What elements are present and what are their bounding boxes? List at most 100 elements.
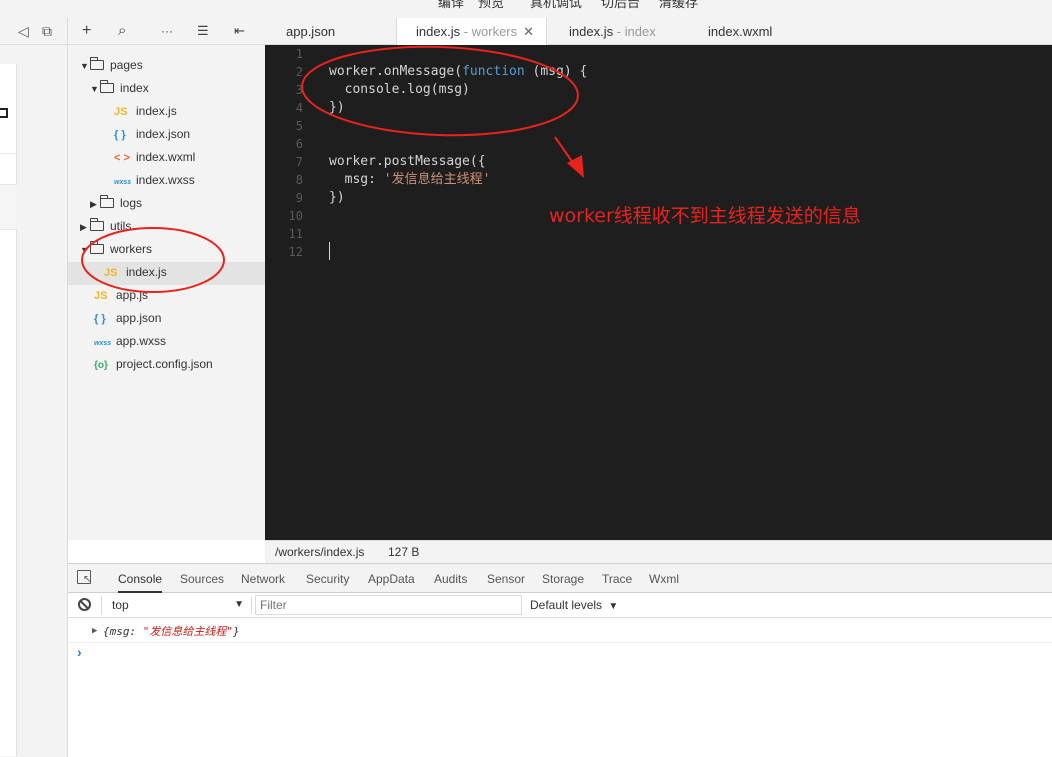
code-token: worker.onMessage(	[329, 64, 463, 79]
background-button[interactable]: 切后台	[601, 0, 640, 11]
inspect-element-icon[interactable]: ↖	[77, 570, 91, 585]
tab-index-wxml[interactable]: index.wxml	[708, 18, 772, 45]
hide-tree-icon[interactable]: ⇤	[234, 22, 245, 40]
tree-file-index-wxss[interactable]: wxss index.wxss	[114, 169, 195, 192]
context-value: top	[112, 598, 129, 612]
devtools-tabs: ↖ Console Sources Network Security AppDa…	[68, 563, 1052, 593]
tree-file-workers-index-js[interactable]: JS index.js	[104, 261, 167, 284]
preview-button[interactable]: 预览	[478, 0, 504, 11]
code-line-9: })	[329, 190, 345, 205]
folder-open-icon	[90, 241, 104, 254]
code-line-2: worker.onMessage(function (msg) {	[329, 63, 587, 81]
config-file-icon: {o}	[94, 360, 108, 371]
code-string: '发信息给主线程'	[383, 172, 491, 187]
code-editor[interactable]: 1 2 3 4 5 6 7 8 9 10 11 12 worker.onMess…	[265, 45, 1052, 540]
log-key: {msg:	[103, 625, 143, 638]
dropdown-arrow-icon: ▼	[234, 599, 244, 610]
tab-appdata[interactable]: AppData	[368, 564, 415, 593]
line-number: 4	[295, 101, 303, 115]
dropdown-arrow-icon: ▼	[608, 601, 619, 612]
tree-item-label: logs	[120, 196, 143, 210]
tree-file-app-json[interactable]: { } app.json	[94, 307, 161, 330]
tree-item-label: index.wxml	[136, 150, 196, 164]
tab-sources[interactable]: Sources	[180, 564, 224, 593]
log-object: {msg: "发信息给主线程"}	[103, 620, 240, 643]
wxml-file-icon: < >	[114, 152, 130, 164]
code-token: msg:	[329, 172, 384, 187]
tree-file-app-js[interactable]: JS app.js	[94, 284, 148, 307]
file-tree-panel: + ⌕ ··· ☰ ⇤ ▼ pages ▼ index JS index.js { }…	[68, 18, 265, 540]
code-keyword: function	[462, 64, 525, 79]
context-select[interactable]: top ▼	[108, 595, 244, 615]
tree-file-index-wxml[interactable]: < > index.wxml	[114, 146, 195, 169]
tree-item-label: index.json	[136, 127, 191, 141]
remote-debug-button[interactable]: 真机调试	[530, 0, 582, 11]
tab-security[interactable]: Security	[306, 564, 349, 593]
tab-network[interactable]: Network	[241, 564, 285, 593]
popout-icon[interactable]: ⧉	[42, 23, 52, 39]
line-number: 12	[288, 245, 303, 259]
collapse-arrow-icon: ▶	[90, 199, 97, 209]
tab-audits[interactable]: Audits	[434, 564, 467, 593]
add-icon[interactable]: +	[82, 22, 91, 40]
tab-console[interactable]: Console	[118, 564, 163, 593]
tree-item-label: index.wxss	[136, 173, 195, 187]
tab-label: app.json	[286, 24, 336, 39]
expand-arrow-icon[interactable]: ▶	[92, 620, 97, 643]
log-value: "发信息给主线程"	[142, 625, 233, 638]
divider	[101, 596, 102, 614]
console-filter-input[interactable]	[255, 595, 522, 615]
console-prompt-icon[interactable]: ›	[77, 644, 82, 660]
tab-workers-index-js[interactable]: index.js - workers ✕	[396, 18, 548, 46]
tab-storage[interactable]: Storage	[542, 564, 584, 593]
tree-item-label: app.js	[116, 288, 149, 302]
line-number: 10	[288, 209, 303, 223]
tree-item-label: utils	[110, 219, 132, 233]
tree-file-index-json[interactable]: { } index.json	[114, 123, 190, 146]
console-output[interactable]: ▶ {msg: "发信息给主线程"} ›	[68, 618, 1052, 757]
tree-folder-logs[interactable]: ▶ logs	[90, 192, 142, 215]
top-toolbar: 编译 预览 真机调试 切后台 清缓存	[0, 0, 1052, 18]
tree-file-pages-index-js[interactable]: JS index.js	[114, 100, 177, 123]
tree-folder-workers[interactable]: ▼ workers	[80, 238, 152, 261]
tab-sublabel: - workers	[460, 24, 518, 39]
tab-wxml[interactable]: Wxml	[649, 564, 679, 593]
volume-icon[interactable]: ◁	[18, 23, 29, 39]
tab-index-index-js[interactable]: index.js - index	[569, 18, 656, 45]
clear-cache-button[interactable]: 清缓存	[659, 0, 698, 11]
code-line-8: msg: '发信息给主线程'	[329, 171, 491, 189]
tab-sublabel: - index	[613, 24, 656, 39]
close-icon[interactable]: ✕	[523, 24, 534, 39]
tab-app-json[interactable]: app.json	[286, 18, 335, 45]
expand-arrow-icon: ▼	[80, 61, 89, 71]
tab-trace[interactable]: Trace	[602, 564, 632, 593]
wxss-file-icon: wxss	[94, 340, 112, 347]
log-levels-select[interactable]: Default levels ▼	[530, 595, 618, 615]
expand-arrow-icon: ▼	[90, 84, 99, 94]
line-number: 8	[295, 173, 303, 187]
code-line-7: worker.postMessage({	[329, 154, 486, 169]
tab-label: index.js	[569, 24, 614, 39]
line-number: 7	[295, 155, 303, 169]
tree-item-label: project.config.json	[116, 357, 213, 371]
line-number: 2	[295, 65, 303, 79]
simulator-panel: ◁ ⧉	[0, 18, 68, 757]
tab-sensor[interactable]: Sensor	[487, 564, 525, 593]
console-log-entry[interactable]: ▶ {msg: "发信息给主线程"}	[68, 620, 1052, 643]
editor-tabs: app.json index.js - workers ✕ index.js - …	[265, 18, 1052, 46]
line-number: 5	[295, 119, 303, 133]
compile-button[interactable]: 编译	[438, 0, 464, 11]
file-path: /workers/index.js	[275, 545, 365, 559]
folder-open-icon	[100, 80, 114, 93]
tree-item-label: pages	[110, 58, 143, 72]
collapse-icon[interactable]: ☰	[197, 22, 209, 40]
tree-folder-pages[interactable]: ▼ pages	[80, 54, 143, 77]
tree-folder-utils[interactable]: ▶ utils	[80, 215, 131, 238]
search-icon[interactable]: ⌕	[118, 22, 126, 40]
tree-folder-index[interactable]: ▼ index	[90, 77, 149, 100]
more-icon[interactable]: ···	[161, 22, 173, 40]
clear-console-icon[interactable]	[78, 598, 91, 611]
tree-file-project-config[interactable]: {o} project.config.json	[94, 353, 213, 376]
tree-file-app-wxss[interactable]: wxss app.wxss	[94, 330, 166, 353]
js-file-icon: JS	[94, 290, 108, 302]
